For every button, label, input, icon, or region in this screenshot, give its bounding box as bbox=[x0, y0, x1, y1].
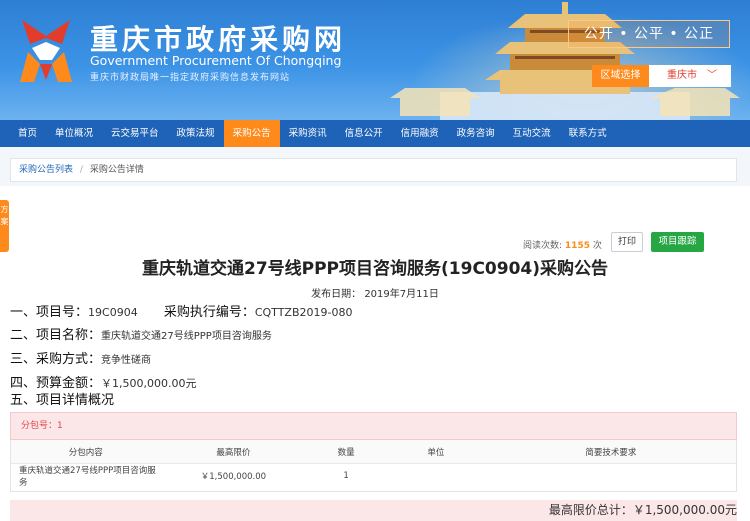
nav-item-consulting[interactable]: 政务咨询 bbox=[448, 120, 504, 147]
total-label: 最高限价总计： bbox=[548, 503, 633, 517]
read-count: 阅读次数: 1155 次 bbox=[523, 238, 602, 251]
col-header-content: 分包内容 bbox=[68, 447, 103, 458]
cell-qty: 1 bbox=[343, 471, 349, 481]
region-select[interactable]: 重庆市 ﹀ bbox=[649, 65, 731, 87]
section-procurement-method: 三、采购方式：竞争性磋商 bbox=[10, 348, 151, 367]
section-3-label: 三、采购方式： bbox=[10, 352, 102, 367]
page: 重庆市政府采购网 Government Procurement Of Chong… bbox=[0, 0, 750, 521]
package-table: 分包内容 最高限价 数量 单位 简要技术要求 重庆轨道交通27号线PPP项目咨询… bbox=[10, 440, 737, 492]
section-4-value: ￥1,500,000.00元 bbox=[101, 377, 197, 390]
cell-price: ￥1,500,000.00 bbox=[200, 472, 267, 482]
col-header-price: 最高限价 bbox=[216, 447, 251, 458]
section-1-value: 19C0904 bbox=[88, 306, 138, 319]
great-hall-illustration bbox=[390, 2, 740, 120]
breadcrumb: 采购公告列表 / 采购公告详情 bbox=[10, 158, 737, 182]
nav-item-announcements[interactable]: 采购公告 bbox=[223, 120, 280, 147]
motto-badge: 公开 • 公平 • 公正 bbox=[568, 20, 730, 48]
publish-date: 发布日期： 2019年7月11日 bbox=[0, 285, 750, 300]
col-header-unit: 单位 bbox=[427, 447, 445, 458]
print-button[interactable]: 打印 bbox=[611, 232, 643, 252]
side-floating-tab[interactable]: 方案 bbox=[0, 200, 9, 252]
nav-item-cloud-trading[interactable]: 云交易平台 bbox=[102, 120, 168, 147]
nav-item-disclosure[interactable]: 信息公开 bbox=[336, 120, 392, 147]
site-header: 重庆市政府采购网 Government Procurement Of Chong… bbox=[0, 0, 750, 120]
section-5-label: 五、项目详情概况 bbox=[10, 393, 115, 408]
nav-item-news[interactable]: 采购资讯 bbox=[280, 120, 336, 147]
nav-item-home[interactable]: 首页 bbox=[9, 120, 46, 147]
main-nav: 首页 单位概况 云交易平台 政策法规 采购公告 采购资讯 信息公开 信用融资 政… bbox=[0, 120, 750, 147]
package-header: 分包号：1 bbox=[10, 412, 737, 440]
nav-item-policies[interactable]: 政策法规 bbox=[168, 120, 224, 147]
col-header-qty: 数量 bbox=[337, 447, 355, 458]
site-name-cn: 重庆市政府采购网 bbox=[90, 23, 347, 56]
cqgp-logo bbox=[20, 20, 72, 82]
publish-date-label: 发布日期： bbox=[311, 289, 362, 300]
publish-date-value: 2019年7月11日 bbox=[364, 289, 439, 300]
nav-item-interaction[interactable]: 互动交流 bbox=[504, 120, 560, 147]
cell-content: 重庆轨道交通27号线PPP项目咨询服务 bbox=[19, 466, 156, 488]
section-3-value: 竞争性磋商 bbox=[101, 355, 152, 366]
section-details-heading: 五、项目详情概况 bbox=[10, 389, 114, 408]
read-count-value: 1155 bbox=[564, 241, 590, 251]
breadcrumb-link-list[interactable]: 采购公告列表 bbox=[19, 165, 73, 175]
section-1-label: 一、项目号： bbox=[10, 305, 89, 320]
region-value: 重庆市 bbox=[667, 70, 697, 81]
site-name-en: Government Procurement Of Chongqing bbox=[90, 53, 342, 68]
table-header-row: 分包内容 最高限价 数量 单位 简要技术要求 bbox=[11, 440, 736, 464]
section-1b-label: 采购执行编号： bbox=[163, 305, 255, 320]
total-value: ￥1,500,000.00元 bbox=[632, 503, 737, 517]
col-header-requirements: 简要技术要求 bbox=[585, 447, 637, 458]
breadcrumb-separator: / bbox=[79, 165, 83, 175]
table-row: 重庆轨道交通27号线PPP项目咨询服务 ￥1,500,000.00 1 bbox=[11, 464, 736, 488]
section-project-number: 一、项目号：19C0904 采购执行编号：CQTTZB2019-080 bbox=[10, 301, 352, 320]
total-bar: 最高限价总计：￥1,500,000.00元 bbox=[10, 500, 737, 521]
nav-item-contact[interactable]: 联系方式 bbox=[560, 120, 616, 147]
breadcrumb-current: 采购公告详情 bbox=[89, 165, 144, 175]
section-2-label: 二、项目名称： bbox=[10, 328, 102, 343]
region-label: 区域选择 bbox=[592, 65, 649, 87]
section-2-value: 重庆轨道交通27号线PPP项目咨询服务 bbox=[101, 331, 272, 342]
nav-item-unit-overview[interactable]: 单位概况 bbox=[46, 120, 102, 147]
section-1b-value: CQTTZB2019-080 bbox=[254, 306, 353, 319]
chevron-down-icon: ﹀ bbox=[707, 70, 717, 81]
read-count-unit: 次 bbox=[592, 241, 602, 251]
track-project-button[interactable]: 项目跟踪 bbox=[651, 232, 704, 252]
section-project-name: 二、项目名称：重庆轨道交通27号线PPP项目咨询服务 bbox=[10, 324, 272, 343]
nav-item-credit-finance[interactable]: 信用融资 bbox=[392, 120, 448, 147]
site-tagline: 重庆市财政局唯一指定政府采购信息发布网站 bbox=[90, 73, 291, 83]
notice-title: 重庆轨道交通27号线PPP项目咨询服务(19C0904)采购公告 bbox=[141, 259, 609, 279]
read-count-label: 阅读次数: bbox=[523, 241, 563, 251]
